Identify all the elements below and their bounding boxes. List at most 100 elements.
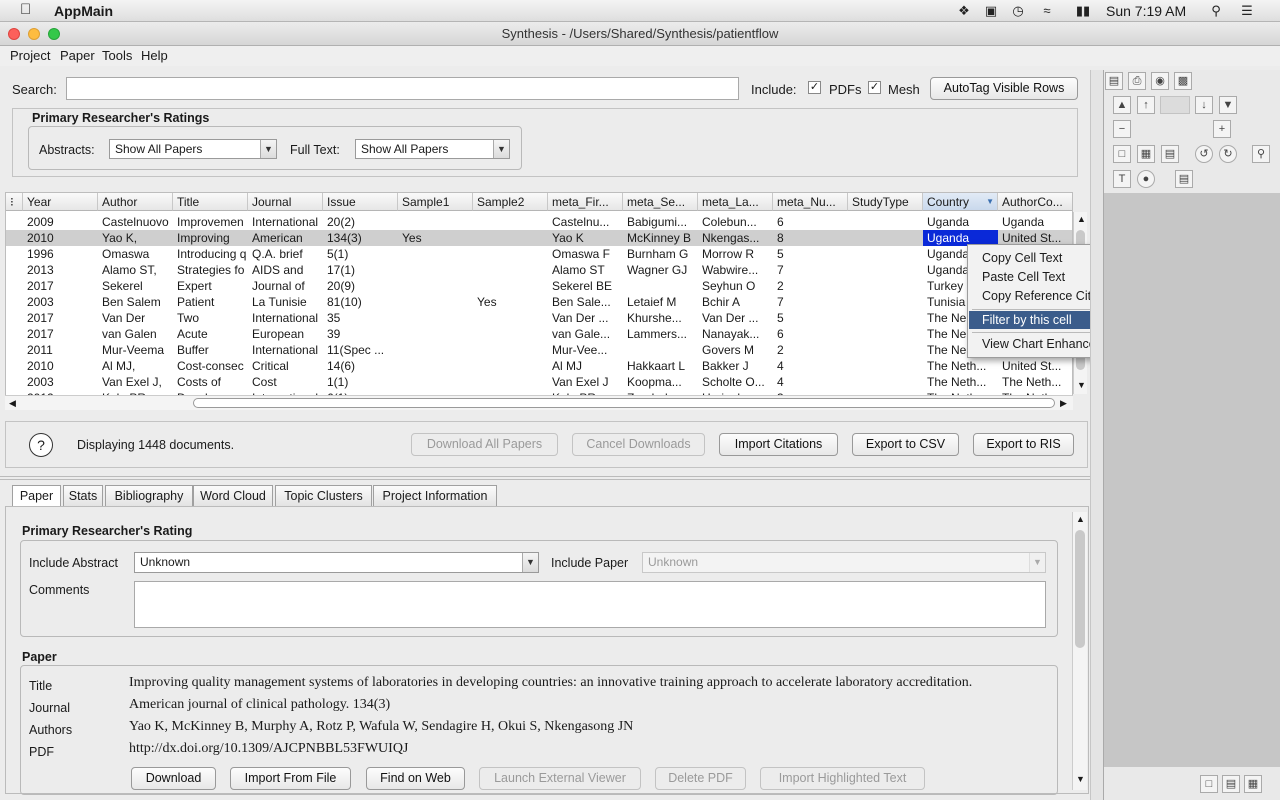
- table-cell[interactable]: Hakkaart L: [623, 358, 698, 374]
- download-pdf-button[interactable]: Download: [131, 767, 216, 790]
- table-cell[interactable]: 8: [773, 230, 848, 246]
- pdf-viewer-canvas[interactable]: [1104, 193, 1280, 767]
- last-page-icon[interactable]: ▼: [1219, 96, 1237, 114]
- table-cell[interactable]: Bchir A: [698, 294, 773, 310]
- column-header[interactable]: meta_Se...: [623, 193, 698, 211]
- table-cell[interactable]: Castelnu...: [548, 214, 623, 230]
- table-cell[interactable]: 17(1): [323, 262, 398, 278]
- table-cell[interactable]: Yes: [398, 230, 473, 246]
- table-cell[interactable]: American: [248, 230, 323, 246]
- table-cell[interactable]: Patient: [173, 294, 248, 310]
- table-cell[interactable]: 2010: [23, 230, 98, 246]
- battery-icon[interactable]: ▮▮: [1070, 3, 1096, 18]
- table-cell[interactable]: Al MJ: [548, 358, 623, 374]
- mesh-checkbox[interactable]: ✓: [868, 81, 881, 94]
- table-cell[interactable]: Yao K: [548, 230, 623, 246]
- scroll-up-icon[interactable]: ▲: [1077, 214, 1086, 224]
- table-row[interactable]: 2003 Van Exel J, Costs of Cost 1(1) Van Exel …: [6, 374, 1072, 390]
- table-cell[interactable]: [848, 230, 923, 246]
- table-row[interactable]: 2011 Mur-Veema Buffer International 11(Spec …: [6, 342, 1072, 358]
- table-cell[interactable]: 7: [773, 294, 848, 310]
- rotate-right-icon[interactable]: ↻: [1219, 145, 1237, 163]
- column-header[interactable]: Author: [98, 193, 173, 211]
- table-cell[interactable]: Scholte O...: [698, 374, 773, 390]
- table-cell[interactable]: [398, 246, 473, 262]
- table-cell[interactable]: 6: [773, 326, 848, 342]
- previous-page-icon[interactable]: ↑: [1137, 96, 1155, 114]
- table-cell[interactable]: The Neth...: [998, 374, 1072, 390]
- table-cell[interactable]: [848, 310, 923, 326]
- tab-topic-clusters[interactable]: Topic Clusters: [275, 485, 372, 506]
- split-pane-divider[interactable]: [0, 476, 1090, 480]
- table-cell[interactable]: Nanayak...: [698, 326, 773, 342]
- tab-paper[interactable]: Paper: [12, 485, 61, 506]
- table-cell[interactable]: 5: [773, 310, 848, 326]
- table-cell[interactable]: [473, 214, 548, 230]
- column-header[interactable]: Sample1: [398, 193, 473, 211]
- notification-center-icon[interactable]: ☰: [1238, 3, 1256, 18]
- table-cell[interactable]: Van Der: [98, 310, 173, 326]
- table-horizontal-scroll-thumb[interactable]: [193, 398, 1055, 408]
- table-cell[interactable]: Al MJ,: [98, 358, 173, 374]
- binoculars-icon[interactable]: ◉: [1151, 72, 1169, 90]
- table-cell[interactable]: Improving: [173, 230, 248, 246]
- table-cell[interactable]: Critical: [248, 358, 323, 374]
- table-cell[interactable]: [623, 342, 698, 358]
- column-header[interactable]: Country ▼: [923, 193, 998, 211]
- table-horizontal-scrollbar[interactable]: ◀ ▶: [5, 395, 1073, 410]
- table-cell[interactable]: Alamo ST,: [98, 262, 173, 278]
- table-cell[interactable]: [398, 358, 473, 374]
- table-cell[interactable]: [398, 342, 473, 358]
- table-cell[interactable]: [473, 262, 548, 278]
- table-cell[interactable]: 20(9): [323, 278, 398, 294]
- table-cell[interactable]: [848, 374, 923, 390]
- table-cell[interactable]: [473, 278, 548, 294]
- table-cell[interactable]: Yao K,: [98, 230, 173, 246]
- table-cell[interactable]: Van Der ...: [698, 310, 773, 326]
- table-cell[interactable]: [848, 262, 923, 278]
- column-header[interactable]: meta_Fir...: [548, 193, 623, 211]
- column-header[interactable]: AuthorCo...: [998, 193, 1072, 211]
- table-cell[interactable]: Cost: [248, 374, 323, 390]
- table-cell[interactable]: [623, 278, 698, 294]
- table-cell[interactable]: Q.A. brief: [248, 246, 323, 262]
- facing-pages-icon[interactable]: ▦: [1244, 775, 1262, 793]
- table-cell[interactable]: Van Exel J,: [98, 374, 173, 390]
- papers-table[interactable]: ⁝ Year Author Title Journal Issue Sample1 Sampl…: [5, 192, 1073, 410]
- column-header[interactable]: Year: [23, 193, 98, 211]
- column-header[interactable]: Sample2: [473, 193, 548, 211]
- table-cell[interactable]: Ben Salem: [98, 294, 173, 310]
- table-cell[interactable]: Koopma...: [623, 374, 698, 390]
- table-cell[interactable]: 2011: [23, 342, 98, 358]
- zoom-out-icon[interactable]: −: [1113, 120, 1131, 138]
- first-page-icon[interactable]: ▲: [1113, 96, 1131, 114]
- table-cell[interactable]: Alamo ST: [548, 262, 623, 278]
- menu-help[interactable]: Help: [141, 48, 168, 63]
- table-cell[interactable]: AIDS and: [248, 262, 323, 278]
- table-row[interactable]: 2017 Sekerel Expert Journal of 20(9) Sekerel …: [6, 278, 1072, 294]
- table-cell[interactable]: 2009: [23, 214, 98, 230]
- table-cell[interactable]: 35: [323, 310, 398, 326]
- menu-project[interactable]: Project: [10, 48, 50, 63]
- fit-width-icon[interactable]: ▤: [1161, 145, 1179, 163]
- table-cell[interactable]: International: [248, 214, 323, 230]
- table-cell[interactable]: [473, 358, 548, 374]
- table-cell[interactable]: Burnham G: [623, 246, 698, 262]
- autotag-visible-rows-button[interactable]: AutoTag Visible Rows: [930, 77, 1078, 100]
- next-page-icon[interactable]: ↓: [1195, 96, 1213, 114]
- import-highlighted-text-button[interactable]: Import Highlighted Text: [760, 767, 925, 790]
- tab-project-information[interactable]: Project Information: [373, 485, 497, 506]
- pdfs-checkbox[interactable]: ✓: [808, 81, 821, 94]
- scroll-left-icon[interactable]: ◀: [9, 398, 16, 409]
- table-cell[interactable]: Govers M: [698, 342, 773, 358]
- table-cell[interactable]: 2: [773, 342, 848, 358]
- table-cell[interactable]: 2017: [23, 310, 98, 326]
- table-cell[interactable]: Sekerel: [98, 278, 173, 294]
- table-cell[interactable]: [398, 214, 473, 230]
- text-select-icon[interactable]: T: [1113, 170, 1131, 188]
- menubar-app-name[interactable]: AppMain: [54, 3, 113, 19]
- table-cell[interactable]: 6: [773, 214, 848, 230]
- table-row[interactable]: 1996 Omaswa Introducing q Q.A. brief 5(1) Oma…: [6, 246, 1072, 262]
- table-row[interactable]: 2010 Yao K, Improving American 134(3) Yes Yao …: [6, 230, 1072, 246]
- actual-size-icon[interactable]: □: [1113, 145, 1131, 163]
